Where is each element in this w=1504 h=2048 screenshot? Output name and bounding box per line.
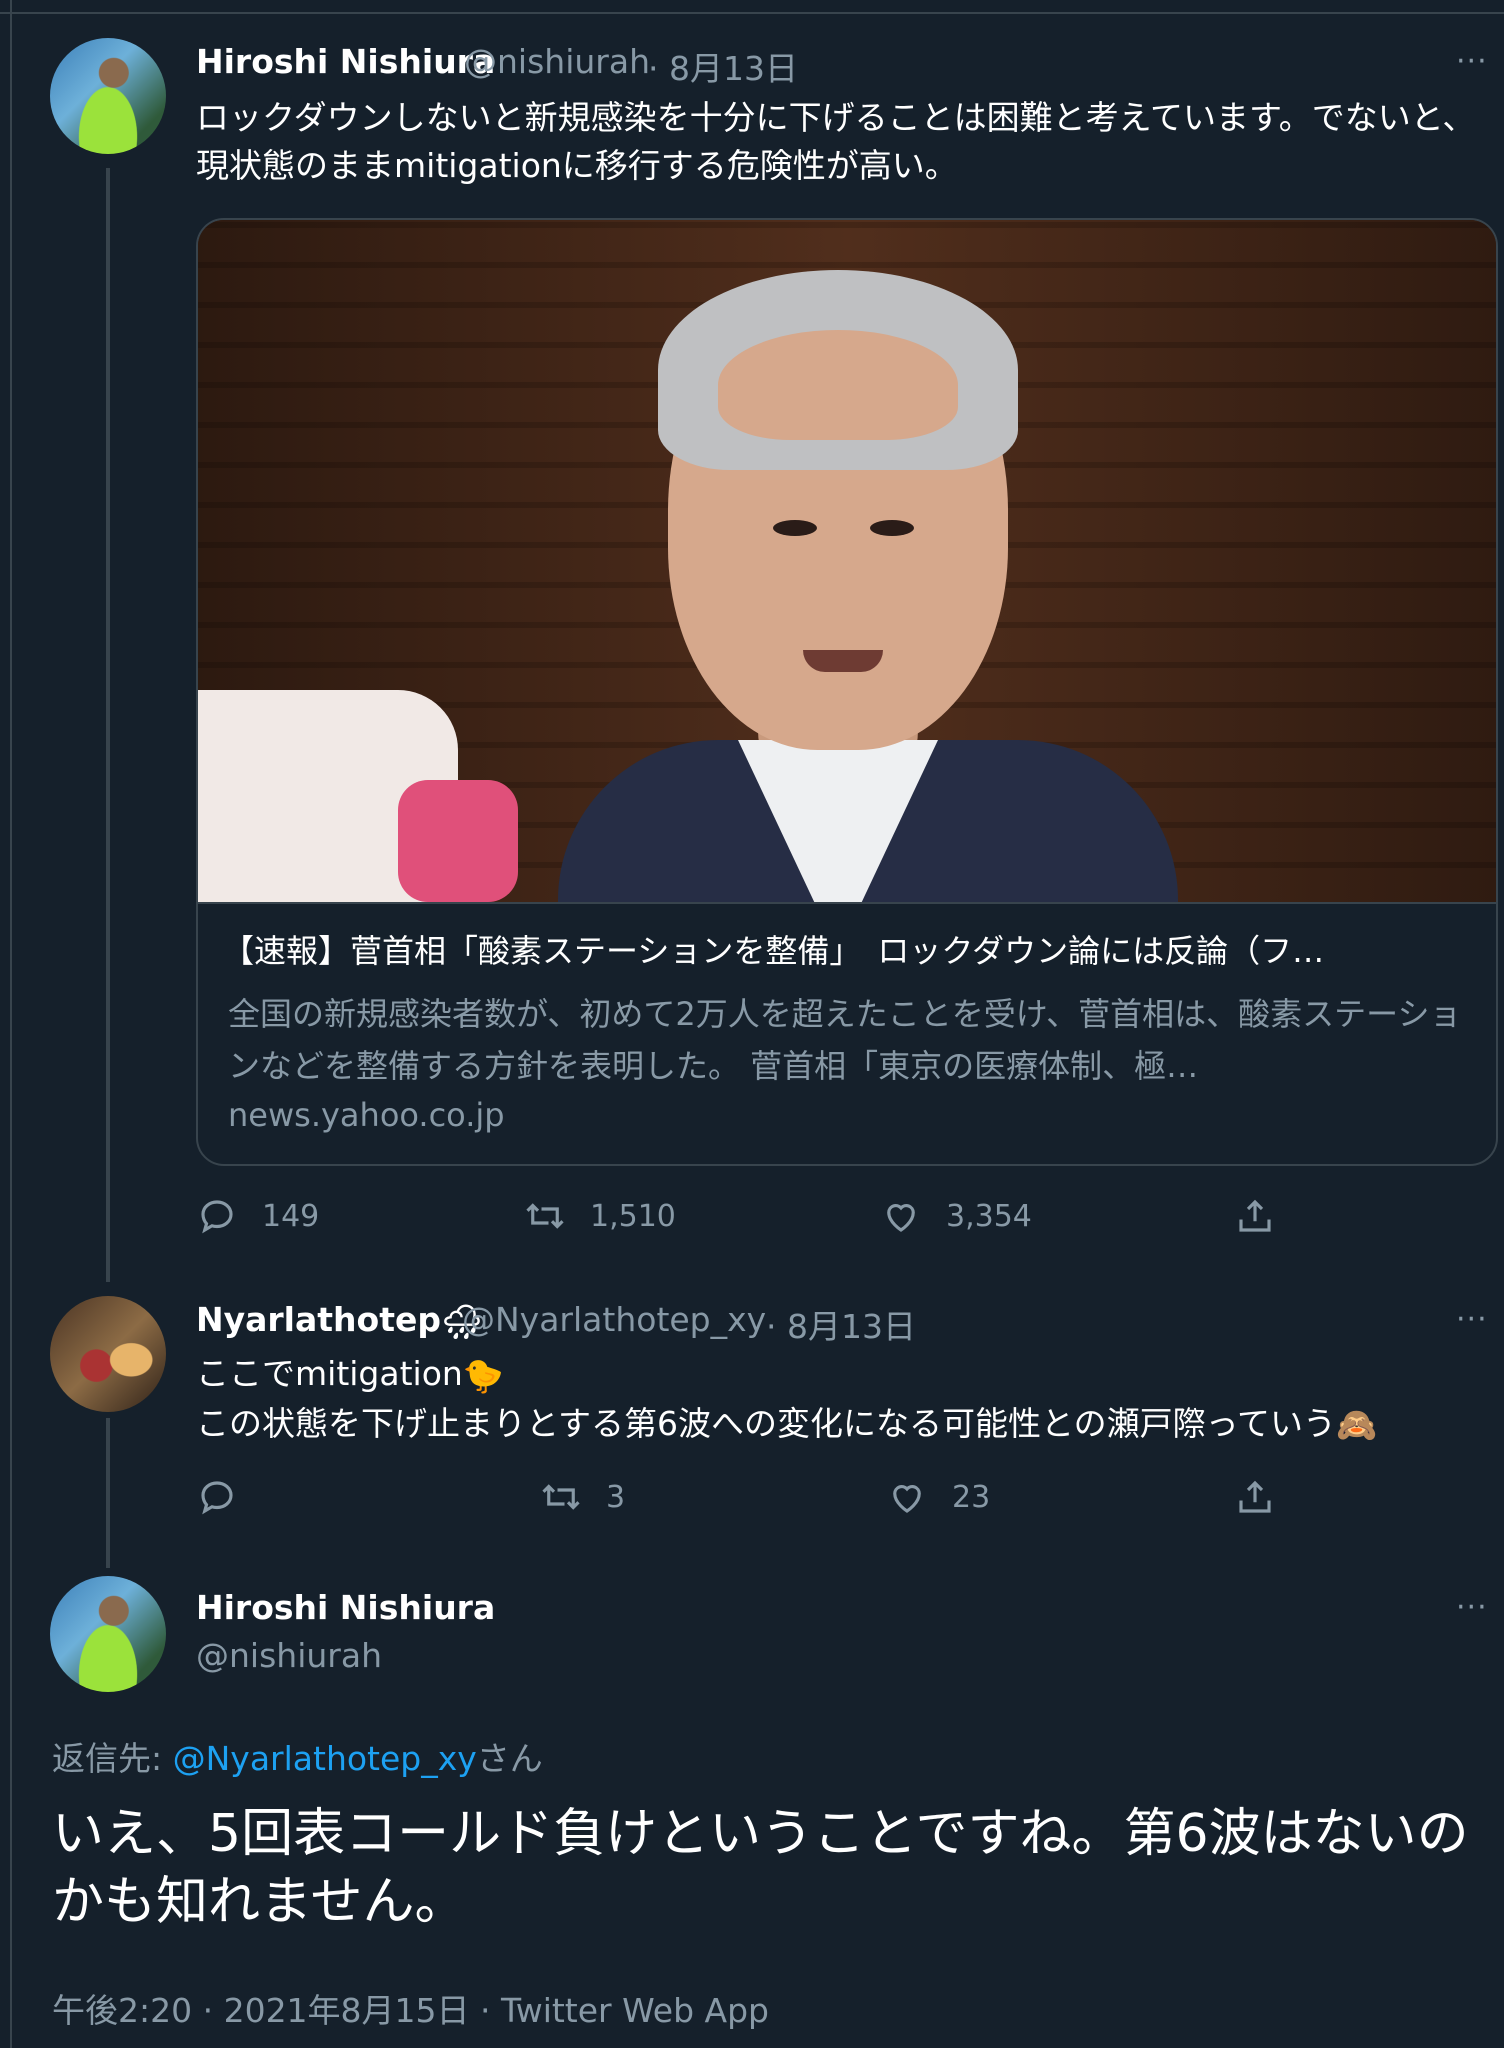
share-icon xyxy=(1239,1199,1271,1232)
reply-handle-link[interactable]: @Nyarlathotep_xy xyxy=(173,1739,477,1778)
thread-line xyxy=(106,1418,110,1568)
reply-button[interactable]: 149 xyxy=(196,1195,319,1237)
chick-icon: 🐤 xyxy=(462,1355,504,1395)
reply-prefix: 返信先: xyxy=(52,1739,173,1778)
left-border xyxy=(10,0,12,2048)
author-name[interactable]: Hiroshi Nishiura xyxy=(196,42,495,81)
tweet-timestamp[interactable]: 午後2:20 · 2021年8月15日 · Twitter Web App xyxy=(52,1984,769,2032)
tweet-text: いえ、5回表コールド負けということですね。第6波はないのかも知れません。 xyxy=(52,1804,1469,1932)
tweet-line-2: この状態を下げ止まりとする第6波への変化になる可能性との瀬戸際っていう xyxy=(196,1403,1337,1443)
like-button[interactable]: 3,354 xyxy=(880,1195,1032,1237)
avatar[interactable] xyxy=(50,1296,166,1412)
tweet-line-1: ここでmitigation xyxy=(196,1354,463,1393)
author-handle[interactable]: @nishiurah xyxy=(464,42,650,81)
like-button[interactable]: 23 xyxy=(886,1476,990,1518)
avatar[interactable] xyxy=(50,1576,166,1692)
reply-icon xyxy=(201,1200,233,1234)
card-domain: news.yahoo.co.jp xyxy=(228,1096,505,1134)
reply-suffix: さん xyxy=(476,1739,543,1778)
author-handle[interactable]: @nishiurah xyxy=(196,1636,382,1675)
retweet-button[interactable]: 1,510 xyxy=(524,1195,676,1237)
author-name[interactable]: Hiroshi Nishiura xyxy=(196,1588,495,1627)
card-description: 全国の新規感染者数が、初めて2万人を超えたことを受け、菅首相は、酸素ステーション… xyxy=(228,995,1462,1085)
tweet-date[interactable]: · 8月13日 xyxy=(766,1300,916,1348)
reply-count: 149 xyxy=(262,1198,320,1234)
top-border xyxy=(0,0,1504,14)
retweet-count: 1,510 xyxy=(590,1198,676,1234)
tweet-text: ロックダウンしないと新規感染を十分に下げることは困難と考えています。でないと、現… xyxy=(196,98,1476,185)
tweet-text: ここでmitigation🐤 この状態を下げ止まりとする第6波への変化になる可能… xyxy=(196,1350,1486,1449)
link-card[interactable]: 【速報】菅首相「酸素ステーションを整備」 ロックダウン論には反論（フ… 全国の新… xyxy=(196,218,1498,1166)
share-button[interactable] xyxy=(1234,1476,1300,1518)
reply-to: 返信先: @Nyarlathotep_xyさん xyxy=(52,1732,543,1780)
reply-button[interactable] xyxy=(196,1476,262,1518)
retweet-button[interactable]: 3 xyxy=(540,1476,625,1518)
more-icon[interactable]: ··· xyxy=(1456,1590,1488,1625)
share-button[interactable] xyxy=(1234,1195,1300,1237)
see-no-evil-monkey-icon: 🙈 xyxy=(1336,1405,1378,1444)
heart-icon xyxy=(893,1485,921,1513)
tweet-date[interactable]: · 8月13日 xyxy=(648,42,798,90)
more-icon[interactable]: ··· xyxy=(1456,44,1488,79)
author-handle[interactable]: @Nyarlathotep_xy xyxy=(462,1300,766,1339)
author-name-text: Nyarlathotep xyxy=(196,1300,441,1339)
share-icon xyxy=(1239,1480,1271,1513)
avatar[interactable] xyxy=(50,38,166,154)
author-name[interactable]: Nyarlathotep🌧 xyxy=(196,1300,483,1342)
like-count: 23 xyxy=(952,1479,991,1515)
heart-icon xyxy=(887,1204,915,1232)
retweet-icon xyxy=(526,1203,564,1229)
card-image[interactable] xyxy=(198,220,1496,904)
retweet-count: 3 xyxy=(606,1479,626,1515)
card-title: 【速報】菅首相「酸素ステーションを整備」 ロックダウン論には反論（フ… xyxy=(222,932,1325,970)
thread-line xyxy=(106,168,110,1282)
reply-icon xyxy=(201,1481,233,1515)
more-icon[interactable]: ··· xyxy=(1456,1302,1488,1337)
retweet-icon xyxy=(542,1484,580,1510)
like-count: 3,354 xyxy=(946,1198,1032,1234)
